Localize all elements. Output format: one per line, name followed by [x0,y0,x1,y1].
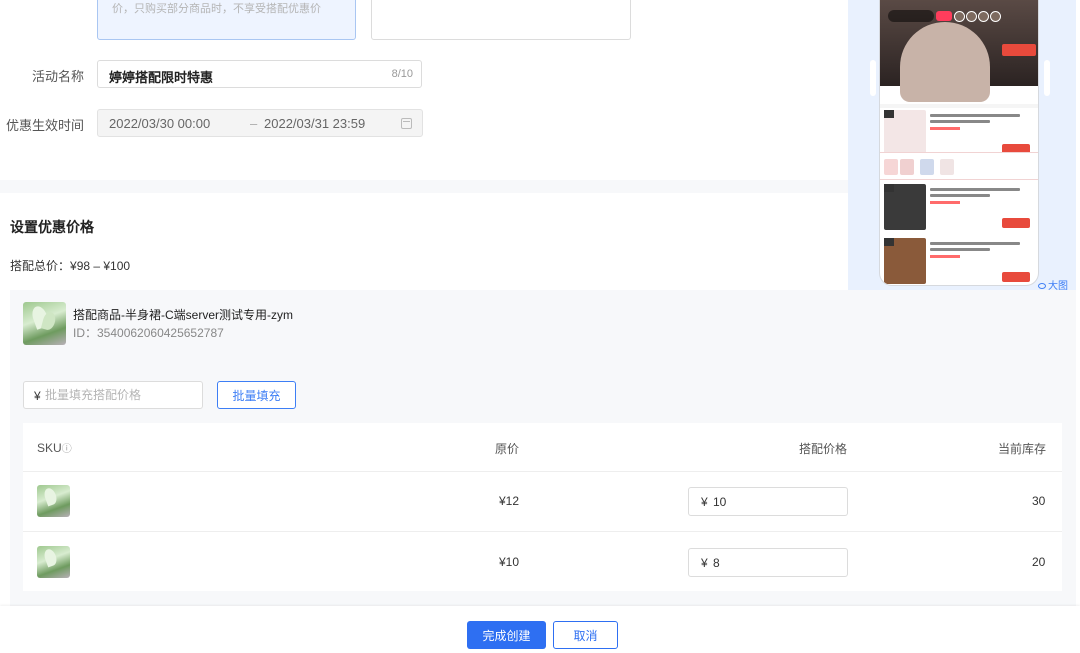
sku-price-table: SKUⓘ 原价 搭配价格 当前库存 ¥12 ¥ 30 ¥10 ¥ 20 [23,423,1062,591]
preview-bundle-strip [880,152,1038,180]
pricing-section-title: 设置优惠价格 [10,219,94,235]
batch-price-input[interactable]: ¥ [23,381,203,409]
effective-time-label: 优惠生效时间 [5,118,84,133]
sku-bundle-price-input[interactable]: ¥ [688,548,848,577]
bundle-price-header: 搭配价格 [799,442,848,456]
preview-left-handle [870,60,876,96]
product-thumbnail [23,302,66,345]
range-separator: – [250,116,258,131]
sku-stock: 20 [1032,555,1046,569]
phone-mockup [880,0,1038,285]
mobile-preview-panel [848,0,1076,292]
sku-original-price: ¥12 [499,494,520,508]
viewer-avatars [954,10,1002,22]
section-divider [0,180,848,193]
promo-badge [1002,44,1036,56]
bundle-total-price: 搭配总价：¥98 – ¥100 [10,257,130,274]
stock-header: 当前库存 [998,442,1047,456]
shop-header [884,88,1034,104]
sku-bundle-price-field[interactable] [713,490,833,514]
live-badge [888,10,934,22]
eye-icon [1038,283,1046,289]
calendar-icon[interactable] [401,118,412,129]
preview-product-3 [884,238,1034,285]
start-time-value: 2022/03/30 00:00 [109,116,211,131]
cancel-button[interactable]: 取消 [553,621,618,649]
activity-name-input[interactable]: 婷婷搭配限时特惠 8/10 [97,60,422,88]
follow-tag [936,11,952,21]
sku-thumbnail [37,485,70,517]
sku-bundle-price-input[interactable]: ¥ [688,487,848,516]
currency-symbol: ¥ [701,495,708,509]
footer-action-bar: 完成创建 取消 [0,606,1080,653]
sku-stock: 30 [1032,494,1046,508]
description-textarea[interactable]: 价，只购买部分商品时，不享受搭配优惠价 [97,0,356,40]
sku-thumbnail [37,546,70,578]
activity-form: 价，只购买部分商品时，不享受搭配优惠价 活动名称 婷婷搭配限时特惠 8/10 优… [0,0,848,180]
sku-header: SKUⓘ [37,440,72,455]
original-price-header: 原价 [495,442,520,456]
activity-name-value: 婷婷搭配限时特惠 [109,70,214,85]
secondary-textarea[interactable] [371,0,631,40]
product-name: 搭配商品-半身裙-C端server测试专用-zym [73,308,293,322]
bundle-total-label: 搭配总价： [10,259,71,273]
sku-original-price: ¥10 [499,555,520,569]
preview-product-2 [884,184,1034,236]
preview-right-handle [1044,60,1050,96]
end-time-value: 2022/03/31 23:59 [264,116,366,131]
description-text: 价，只购买部分商品时，不享受搭配优惠价 [112,3,321,15]
effective-time-range-picker[interactable]: 2022/03/30 00:00 – 2022/03/31 23:59 [97,109,423,137]
complete-create-button[interactable]: 完成创建 [467,621,546,649]
live-stream-hero-image [880,0,1038,102]
currency-symbol: ¥ [701,556,708,570]
currency-symbol: ¥ [34,389,41,403]
product-id: ID：3540062060425652787 [73,326,224,340]
batch-fill-button[interactable]: 批量填充 [217,381,296,409]
sku-header-label: SKU [37,441,62,455]
sku-bundle-price-field[interactable] [713,551,833,575]
activity-name-label: 活动名称 [31,69,84,84]
bundle-total-value: ¥98 – ¥100 [70,259,131,273]
help-icon[interactable]: ⓘ [62,444,72,455]
batch-price-field[interactable] [45,383,195,407]
activity-name-count: 8/10 [391,68,413,80]
